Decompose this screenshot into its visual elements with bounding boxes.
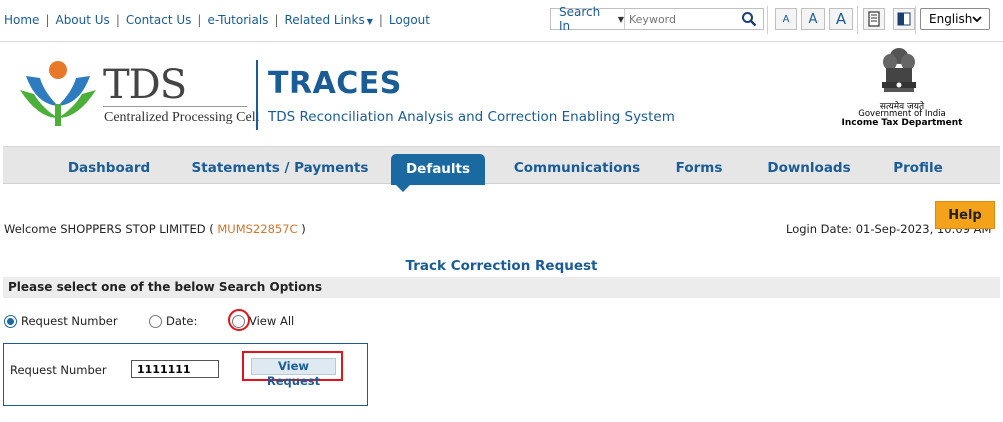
- radio-label: View All: [249, 314, 295, 328]
- document-icon: [868, 11, 880, 27]
- related-links-dropdown[interactable]: Related Links ▼: [284, 13, 372, 27]
- etutorials-link[interactable]: e-Tutorials: [207, 13, 268, 27]
- header-logo-row: TDS Centralized Processing Cell TRACES T…: [0, 42, 1003, 146]
- home-link[interactable]: Home: [4, 13, 39, 27]
- main-nav: Dashboard Statements / Payments Defaults…: [3, 146, 1000, 185]
- active-tab-pointer: [395, 184, 411, 192]
- font-medium-button[interactable]: A: [801, 8, 825, 30]
- font-large-button[interactable]: A: [829, 8, 853, 30]
- separator: |: [378, 13, 383, 27]
- welcome-text: Welcome SHOPPERS STOP LIMITED ( MUMS2285…: [4, 222, 306, 236]
- search-in-dropdown[interactable]: Search In ▼: [551, 5, 625, 33]
- logo-divider: [103, 106, 247, 107]
- caret-down-icon: ▼: [617, 14, 624, 24]
- print-button[interactable]: [863, 8, 885, 30]
- request-number-label: Request Number: [10, 363, 107, 377]
- top-links: Home | About Us | Contact Us | e-Tutoria…: [4, 13, 430, 27]
- highlight-box: View Request: [242, 351, 343, 388]
- divider: [767, 6, 768, 34]
- contact-link[interactable]: Contact Us: [126, 13, 192, 27]
- request-number-panel: Request Number View Request: [3, 343, 368, 406]
- separator: |: [45, 13, 50, 27]
- contrast-button[interactable]: [893, 8, 915, 30]
- highlight-circle: [228, 309, 250, 331]
- radio-button[interactable]: [149, 314, 162, 328]
- caret-down-icon: ▼: [366, 17, 373, 26]
- search-options-header: Please select one of the below Search Op…: [3, 277, 1000, 298]
- font-small-button[interactable]: A: [775, 8, 797, 30]
- welcome-prefix: Welcome SHOPPERS STOP LIMITED (: [4, 222, 218, 236]
- divider: [857, 6, 858, 34]
- tan-value: MUMS22857C: [217, 222, 298, 236]
- tds-logo-text: TDS: [103, 62, 187, 108]
- radio-label: Date:: [166, 314, 198, 328]
- search-box: Search In ▼: [550, 5, 764, 33]
- tab-downloads[interactable]: Downloads: [759, 147, 859, 185]
- welcome-suffix: ): [297, 222, 306, 236]
- radio-request-number[interactable]: Request Number: [4, 314, 118, 328]
- separator: |: [274, 13, 279, 27]
- emblem-department: Income Tax Department: [841, 118, 963, 128]
- chevron-down-icon: [972, 16, 982, 23]
- about-link[interactable]: About Us: [55, 13, 109, 27]
- tab-statements-payments[interactable]: Statements / Payments: [185, 147, 375, 185]
- language-value: English: [929, 12, 973, 26]
- radio-date[interactable]: Date:: [149, 314, 197, 328]
- brand-divider: [256, 60, 258, 130]
- request-number-input[interactable]: [131, 360, 219, 378]
- search-in-label: Search In: [559, 5, 601, 33]
- search-input[interactable]: [625, 10, 737, 28]
- traces-subtitle: TDS Reconciliation Analysis and Correcti…: [268, 109, 675, 125]
- radio-label: Request Number: [21, 314, 118, 328]
- tab-profile[interactable]: Profile: [883, 147, 953, 185]
- radio-button-checked[interactable]: [4, 314, 17, 328]
- language-select[interactable]: English: [920, 8, 990, 30]
- separator: |: [197, 13, 202, 27]
- divider: [915, 6, 916, 34]
- traces-title: TRACES: [268, 66, 402, 101]
- search-button[interactable]: [737, 9, 761, 29]
- cpc-text: Centralized Processing Cell: [104, 110, 260, 125]
- search-icon: [742, 12, 757, 27]
- national-emblem-icon: [882, 48, 916, 92]
- tab-defaults[interactable]: Defaults: [391, 154, 485, 185]
- tab-communications[interactable]: Communications: [503, 147, 651, 185]
- view-request-button[interactable]: View Request: [251, 358, 336, 388]
- logout-link[interactable]: Logout: [389, 13, 430, 27]
- separator: |: [115, 13, 120, 27]
- top-utility-bar: Home | About Us | Contact Us | e-Tutoria…: [0, 0, 1003, 42]
- help-button[interactable]: Help: [935, 201, 995, 229]
- related-links-label: Related Links: [284, 13, 365, 27]
- tds-logo-icon: [20, 61, 96, 126]
- contrast-icon: [897, 12, 911, 26]
- tab-dashboard[interactable]: Dashboard: [59, 147, 159, 185]
- tab-forms[interactable]: Forms: [667, 147, 731, 185]
- page-title: Track Correction Request: [405, 258, 598, 274]
